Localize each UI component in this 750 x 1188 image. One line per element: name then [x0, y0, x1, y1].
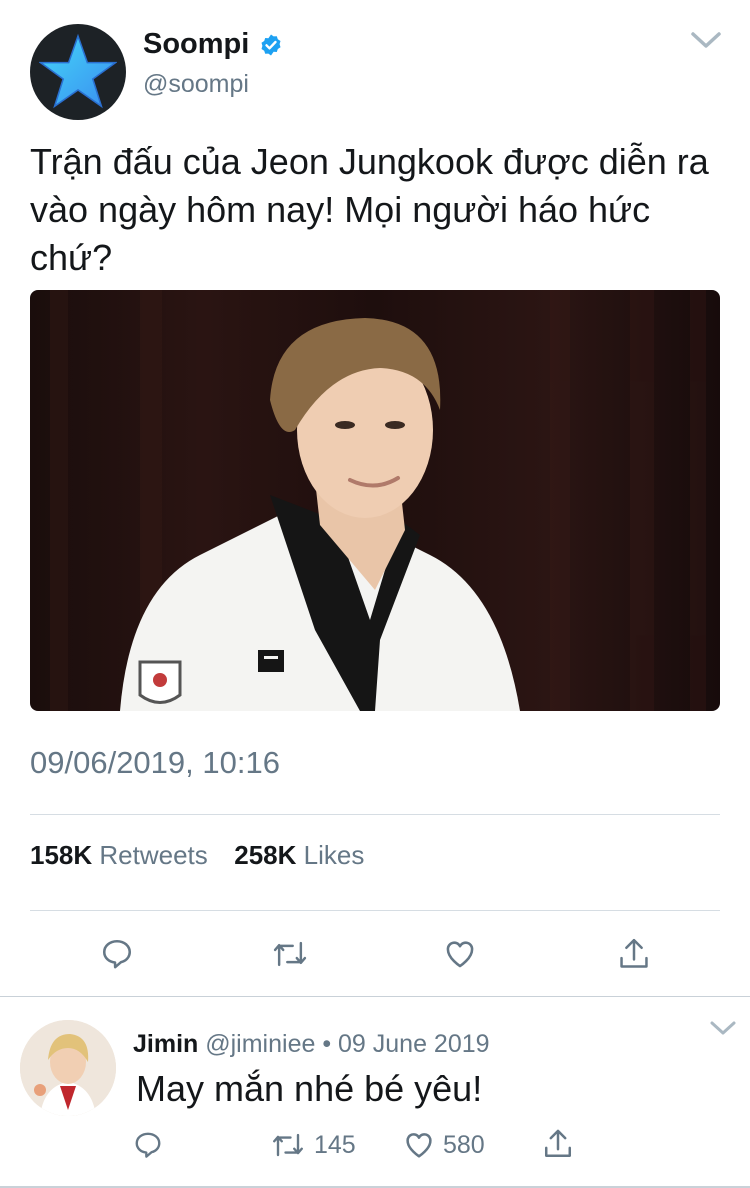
reply-avatar[interactable]	[20, 1020, 116, 1116]
chevron-down-icon[interactable]	[688, 28, 724, 52]
reply-button[interactable]	[97, 934, 137, 974]
section-separator	[0, 996, 750, 997]
reply-text: May mắn nhé bé yêu!	[136, 1068, 483, 1109]
reply-reply-button[interactable]	[128, 1125, 168, 1165]
reply-icon	[135, 1132, 161, 1158]
author-handle[interactable]: @soompi	[143, 70, 249, 99]
tweet-stats: 158K Retweets 258K Likes	[30, 840, 364, 871]
retweet-icon	[273, 941, 307, 967]
reply-chevron-down-icon[interactable]	[708, 1018, 738, 1038]
soompi-avatar[interactable]	[30, 24, 126, 120]
reply-share-button[interactable]	[538, 1124, 578, 1164]
retweets-label: Retweets	[99, 840, 208, 870]
reply-icon	[102, 939, 132, 969]
star-logo-icon	[39, 33, 117, 109]
retweet-button[interactable]	[270, 934, 310, 974]
divider	[30, 910, 720, 911]
reply-retweet-button[interactable]: 145	[270, 1125, 356, 1165]
like-button[interactable]	[440, 934, 480, 974]
verified-badge-icon	[261, 34, 281, 56]
retweets-count: 158K	[30, 840, 93, 870]
likes-count: 258K	[234, 840, 297, 870]
share-icon	[620, 938, 648, 968]
retweets-stat[interactable]: 158K Retweets	[30, 840, 208, 870]
reply-retweet-count: 145	[314, 1130, 356, 1159]
reply-header: Jimin @jiminiee • 09 June 2019	[133, 1030, 490, 1059]
photo-illustration	[50, 290, 706, 711]
likes-stat[interactable]: 258K Likes	[234, 840, 364, 870]
share-icon	[544, 1129, 572, 1158]
reply-like-count: 580	[443, 1130, 485, 1159]
tweet-text: Trận đấu của Jeon Jungkook được diễn ra …	[30, 141, 709, 278]
tweet-photo[interactable]	[30, 290, 720, 711]
reply-avatar-photo	[20, 1020, 116, 1116]
tweet-timestamp[interactable]: 09/06/2019, 10:16	[30, 745, 280, 781]
reply-meta[interactable]: @jiminiee • 09 June 2019	[205, 1030, 489, 1058]
share-button[interactable]	[614, 934, 654, 974]
likes-label: Likes	[303, 840, 365, 870]
retweet-icon	[273, 1133, 303, 1157]
heart-icon	[446, 941, 474, 968]
author-name[interactable]: Soompi	[143, 28, 249, 61]
divider	[30, 814, 720, 815]
reply-author-name[interactable]: Jimin	[133, 1030, 198, 1058]
heart-icon	[406, 1133, 432, 1158]
reply-like-button[interactable]: 580	[403, 1125, 485, 1165]
